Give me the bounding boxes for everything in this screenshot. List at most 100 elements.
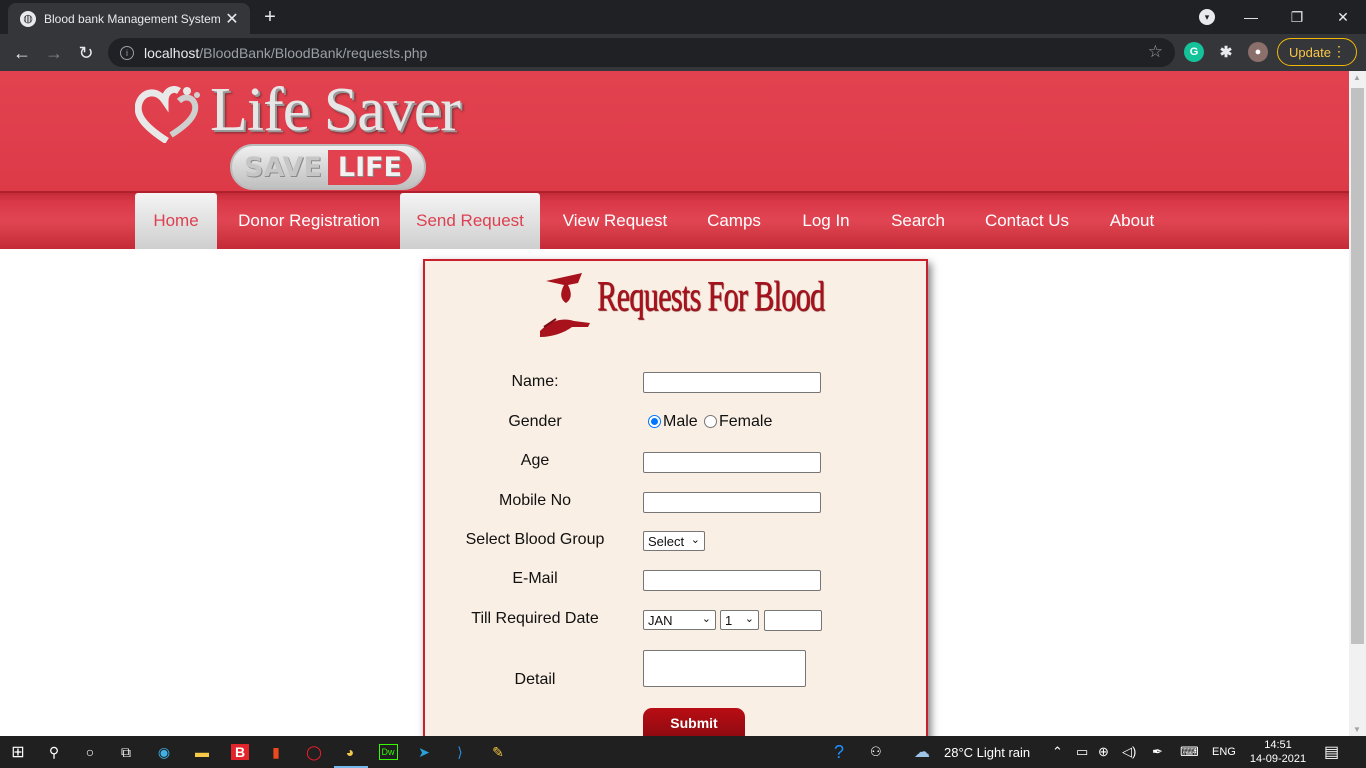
till-date-label: Till Required Date <box>471 610 599 627</box>
address-bar[interactable]: i localhost/BloodBank/BloodBank/requests… <box>108 38 1175 67</box>
browser-tab-strip: ◍ Blood bank Management System ✕ + ▾ — ❐… <box>0 0 1366 34</box>
tab-search-icon[interactable]: ▾ <box>1199 9 1215 25</box>
age-label: Age <box>520 452 550 469</box>
keyboard-icon[interactable]: ⌨ <box>1180 736 1199 768</box>
chevron-down-icon: ⌄ <box>690 534 700 546</box>
mobile-input[interactable] <box>643 492 821 513</box>
scrollbar-thumb[interactable] <box>1351 88 1364 644</box>
clock-date: 14-09-2021 <box>1249 753 1307 765</box>
volume-icon[interactable]: ◁) <box>1122 736 1136 768</box>
file-explorer-icon[interactable]: ▬ <box>190 740 214 764</box>
page-viewport: Life Saver SAVE LIFE Home Donor Registra… <box>0 71 1349 736</box>
dreamweaver-icon[interactable]: Dw <box>376 740 400 764</box>
month-value: JAN <box>648 612 673 628</box>
chevron-up-icon[interactable]: ⌃ <box>1052 736 1063 768</box>
grammarly-extension-icon[interactable]: G <box>1184 42 1204 62</box>
people-icon[interactable]: ⚇ <box>870 736 882 768</box>
reload-icon[interactable]: ↻ <box>72 39 100 67</box>
submit-button[interactable]: Submit <box>643 708 745 736</box>
language-indicator[interactable]: ENG <box>1212 736 1236 768</box>
nav-camps[interactable]: Camps <box>697 193 771 249</box>
pen-icon[interactable]: ✒ <box>1152 736 1163 768</box>
month-select[interactable]: JAN ⌄ <box>643 610 716 630</box>
back-arrow-icon[interactable]: ← <box>8 39 36 67</box>
browser-toolbar: ← → ↻ i localhost/BloodBank/BloodBank/re… <box>0 34 1366 71</box>
email-label: E-Mail <box>512 570 558 587</box>
network-globe-icon[interactable]: ⊕ <box>1098 736 1109 768</box>
close-tab-icon[interactable]: ✕ <box>224 9 240 29</box>
nav-send-request[interactable]: Send Request <box>400 193 540 249</box>
gender-female-label: Female <box>719 413 773 430</box>
nav-search[interactable]: Search <box>882 193 954 249</box>
search-icon[interactable]: ⚲ <box>42 740 66 764</box>
gender-male-radio[interactable] <box>648 415 661 428</box>
form-title: Requests For Blood <box>597 274 825 320</box>
detail-textarea[interactable] <box>643 650 806 687</box>
vscode-icon[interactable]: ⟩ <box>448 740 472 764</box>
app-b-icon[interactable]: B <box>228 740 252 764</box>
browser-tab[interactable]: ◍ Blood bank Management System ✕ <box>8 3 250 34</box>
forward-arrow-icon[interactable]: → <box>40 39 68 67</box>
new-tab-button[interactable]: + <box>258 5 282 29</box>
request-form: Requests For Blood Name: Gender Male Fem… <box>423 259 928 736</box>
site-info-icon[interactable]: i <box>120 45 134 60</box>
windows-taskbar: ⊞ ⚲ ○ ⧉ ◉ ▬ B ▮ ◯ ◕ Dw ➤ ⟩ ✎ ? ⚇ ☁ 28°C … <box>0 736 1366 768</box>
office-icon[interactable]: ▮ <box>264 740 288 764</box>
extensions-puzzle-icon[interactable]: ✱ <box>1216 42 1236 62</box>
age-input[interactable] <box>643 452 821 473</box>
nav-about[interactable]: About <box>1100 193 1164 249</box>
nav-log-in[interactable]: Log In <box>792 193 860 249</box>
site-header: Life Saver SAVE LIFE <box>0 71 1349 193</box>
profile-avatar[interactable]: ● <box>1248 42 1268 62</box>
scroll-up-icon[interactable]: ▲ <box>1353 73 1361 82</box>
name-input[interactable] <box>643 372 821 393</box>
paint-icon[interactable]: ✎ <box>486 740 510 764</box>
windows-start-icon[interactable]: ⊞ <box>6 740 30 764</box>
blood-drop-hand-icon <box>540 273 590 337</box>
bookmark-star-icon[interactable]: ☆ <box>1148 42 1163 62</box>
cloud-rain-icon: ☁ <box>914 744 930 761</box>
blood-group-label: Select Blood Group <box>465 531 605 548</box>
tab-title: Blood bank Management System <box>44 11 221 26</box>
chrome-icon[interactable]: ◕ <box>338 740 362 764</box>
chevron-down-icon: ⌄ <box>701 613 711 625</box>
nav-donor-registration[interactable]: Donor Registration <box>230 193 388 249</box>
update-button[interactable]: Update ⋮ <box>1277 38 1357 66</box>
nav-contact-us[interactable]: Contact Us <box>976 193 1078 249</box>
logo-badge: SAVE LIFE <box>230 144 426 190</box>
weather-text[interactable]: 28°C Light rain <box>944 736 1030 768</box>
email-input[interactable] <box>643 570 821 591</box>
opera-icon[interactable]: ◯ <box>302 740 326 764</box>
cortana-icon[interactable]: ○ <box>78 740 102 764</box>
blood-group-select[interactable]: Select ⌄ <box>643 531 705 551</box>
close-window-button[interactable]: ✕ <box>1320 0 1366 34</box>
chevron-down-icon: ⌄ <box>744 613 754 625</box>
logo-badge-save: SAVE <box>244 151 322 183</box>
name-label: Name: <box>511 373 559 390</box>
nav-view-request[interactable]: View Request <box>554 193 676 249</box>
gender-male-label: Male <box>663 413 698 430</box>
scroll-down-icon[interactable]: ▼ <box>1353 725 1361 734</box>
restore-button[interactable]: ❐ <box>1274 0 1320 34</box>
telegram-icon[interactable]: ➤ <box>412 740 436 764</box>
detail-label: Detail <box>514 671 556 688</box>
year-input[interactable] <box>764 610 822 631</box>
day-select[interactable]: 1 ⌄ <box>720 610 759 630</box>
url-text: localhost/BloodBank/BloodBank/requests.p… <box>144 44 428 61</box>
edge-icon[interactable]: ◉ <box>152 740 176 764</box>
minimize-button[interactable]: — <box>1228 0 1274 34</box>
logo-badge-life: LIFE <box>327 149 412 185</box>
taskbar-clock[interactable]: 14:51 14-09-2021 <box>1242 738 1314 766</box>
page-scrollbar[interactable]: ▲ ▼ <box>1349 71 1366 736</box>
task-view-icon[interactable]: ⧉ <box>114 740 138 764</box>
clock-time: 14:51 <box>1264 739 1292 751</box>
notifications-icon[interactable]: ▤ <box>1324 736 1339 768</box>
battery-icon[interactable]: ▭ <box>1076 736 1088 768</box>
gender-female-radio[interactable] <box>704 415 717 428</box>
help-icon[interactable]: ? <box>834 736 844 768</box>
nav-home[interactable]: Home <box>135 193 217 249</box>
main-nav: Home Donor Registration Send Request Vie… <box>0 191 1349 249</box>
more-menu-icon[interactable]: ⋮ <box>1332 43 1346 60</box>
blood-group-value: Select <box>648 533 685 549</box>
mobile-label: Mobile No <box>498 492 572 509</box>
